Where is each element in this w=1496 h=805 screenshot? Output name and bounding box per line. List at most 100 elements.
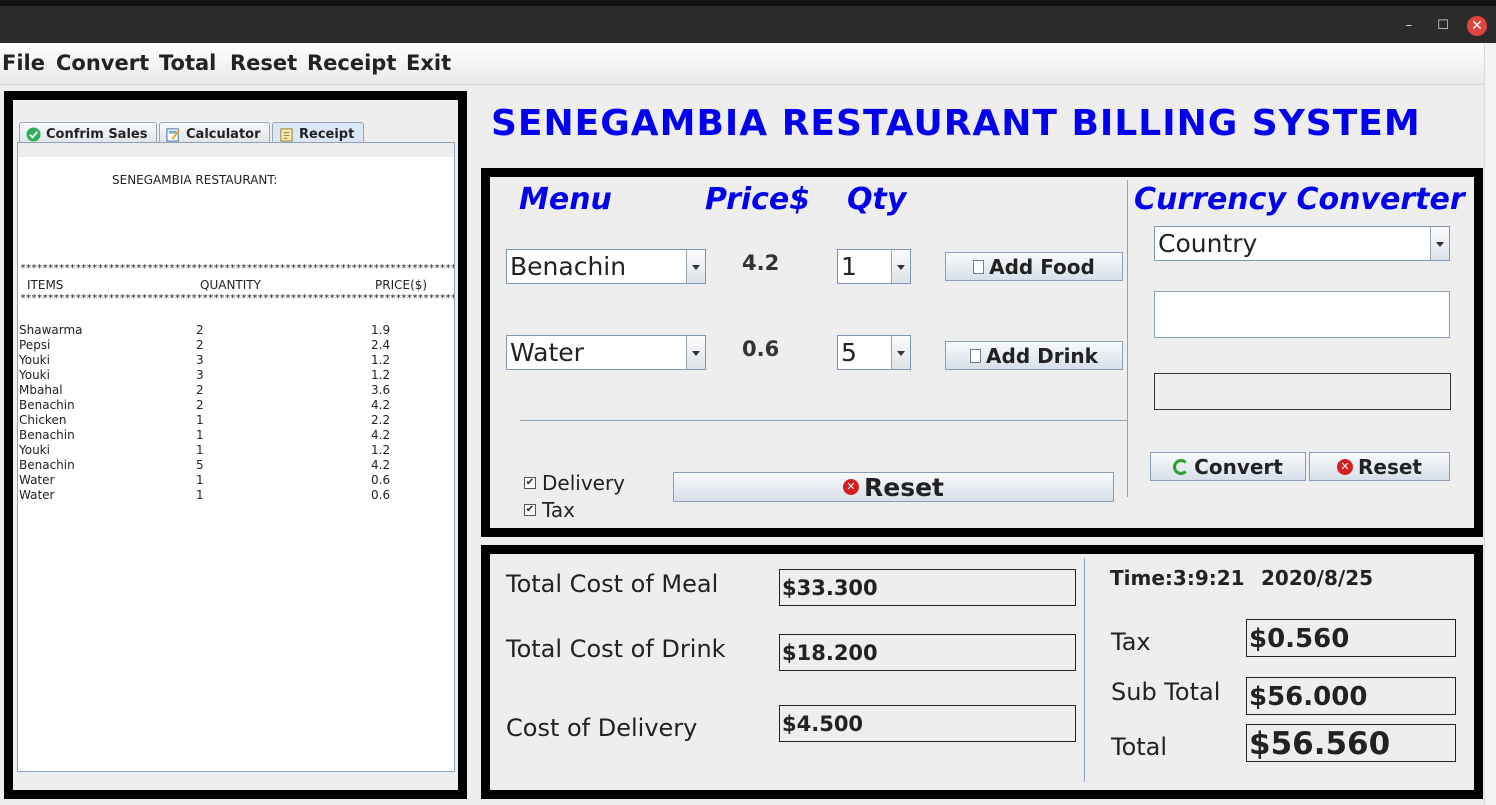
window-title-bar: – ☐ ✕	[0, 0, 1496, 43]
check-circle-icon	[26, 126, 41, 142]
receipt-row-item: Youki	[19, 353, 50, 367]
close-icon[interactable]: ✕	[1467, 16, 1487, 36]
receipt-row-item: Benachin	[19, 398, 75, 412]
receipt-row-qty: 1	[196, 473, 204, 487]
converted-amount-output	[1154, 373, 1451, 410]
tab-confirm-sales[interactable]: Confrim Sales	[19, 122, 157, 143]
country-select[interactable]: Country	[1154, 226, 1450, 261]
receipt-row-item: Mbahal	[19, 383, 63, 397]
drink-select[interactable]: Water	[506, 335, 706, 370]
menu-column-header: Menu	[519, 182, 612, 217]
receipt-row-qty: 3	[196, 368, 204, 382]
minimize-icon[interactable]: –	[1399, 16, 1419, 36]
tax-checkbox[interactable]: ✔	[524, 504, 536, 516]
menu-exit[interactable]: Exit	[406, 51, 451, 75]
receipt-row-qty: 2	[196, 383, 204, 397]
reset-converter-label: Reset	[1358, 454, 1422, 479]
tax-label: Tax	[542, 498, 575, 522]
document-icon	[970, 348, 982, 363]
menu-reset[interactable]: Reset	[230, 51, 297, 75]
drink-price: 0.6	[742, 337, 780, 361]
receipt-divider: ****************************************…	[20, 263, 454, 274]
receipt-row-item: Water	[19, 473, 55, 487]
delivery-label: Delivery	[542, 471, 626, 495]
convert-label: Convert	[1194, 454, 1283, 479]
receipt-row-qty: 1	[196, 413, 204, 427]
page-title: SENEGAMBIA RESTAURANT BILLING SYSTEM	[491, 103, 1421, 144]
divider	[1127, 180, 1128, 497]
menu-total[interactable]: Total	[159, 51, 216, 75]
divider	[1084, 558, 1085, 782]
divider	[520, 420, 1127, 421]
convert-button[interactable]: Convert	[1150, 452, 1306, 481]
receipt-row-price: 4.2	[371, 428, 391, 442]
menu-convert[interactable]: Convert	[56, 51, 149, 75]
convert-amount-input[interactable]	[1154, 291, 1450, 338]
tab-label: Receipt	[299, 126, 355, 142]
document-icon	[973, 259, 985, 274]
total-value: $56.560	[1246, 724, 1456, 762]
receipt-row-price: 0.6	[371, 473, 391, 487]
maximize-icon[interactable]: ☐	[1433, 16, 1453, 36]
qty-column-header: Qty	[847, 182, 907, 217]
receipt-header: SENEGAMBIA RESTAURANT:	[112, 173, 278, 187]
receipt-row-qty: 1	[196, 488, 204, 502]
drink-select-value: Water	[510, 338, 584, 367]
receipt-row-item: Water	[19, 488, 55, 502]
tab-label: Calculator	[186, 126, 261, 142]
delivery-checkbox[interactable]: ✔	[524, 477, 536, 489]
add-drink-label: Add Drink	[986, 343, 1098, 368]
food-select-value: Benachin	[510, 252, 627, 281]
receipt-row-price: 2.4	[371, 338, 391, 352]
date-display: 2020/8/25	[1261, 566, 1374, 590]
tax-total-label: Tax	[1111, 628, 1151, 656]
chevron-down-icon[interactable]	[891, 336, 910, 369]
cancel-icon: ✕	[843, 479, 859, 495]
food-price: 4.2	[742, 251, 780, 275]
drink-cost-label: Total Cost of Drink	[506, 635, 726, 663]
add-drink-button[interactable]: Add Drink	[945, 341, 1123, 370]
tab-label: Confrim Sales	[46, 126, 148, 142]
receipt-text-area[interactable]: SENEGAMBIA RESTAURANT: *****************…	[17, 142, 455, 772]
receipt-row-item: Shawarma	[19, 323, 83, 337]
tax-total-value: $0.560	[1246, 619, 1456, 657]
receipt-col-price: PRICE($)	[375, 278, 428, 292]
chevron-down-icon[interactable]	[686, 250, 705, 283]
drink-qty-select[interactable]: 5	[837, 335, 911, 370]
tab-calculator[interactable]: Calculator	[159, 122, 270, 143]
receipt-icon	[280, 127, 293, 142]
receipt-row-price: 4.2	[371, 458, 391, 472]
menu-receipt[interactable]: Receipt	[307, 51, 396, 75]
receipt-row-item: Youki	[19, 368, 50, 382]
receipt-row-price: 1.2	[371, 443, 391, 457]
receipt-row-price: 3.6	[371, 383, 391, 397]
chevron-down-icon[interactable]	[891, 250, 910, 283]
receipt-divider: ****************************************…	[20, 293, 454, 304]
add-food-button[interactable]: Add Food	[945, 252, 1123, 281]
chevron-down-icon[interactable]	[1430, 227, 1449, 260]
menu-file[interactable]: File	[2, 51, 45, 75]
subtotal-value: $56.000	[1246, 677, 1456, 715]
drink-cost-value: $18.200	[779, 634, 1076, 671]
receipt-row-qty: 2	[196, 338, 204, 352]
receipt-row-item: Pepsi	[19, 338, 51, 352]
receipt-col-quantity: QUANTITY	[200, 278, 261, 292]
currency-converter-header: Currency Converter	[1134, 182, 1465, 217]
chevron-down-icon[interactable]	[686, 336, 705, 369]
reset-order-button[interactable]: ✕ Reset	[673, 472, 1114, 502]
receipt-row-qty: 2	[196, 323, 204, 337]
receipt-row-item: Benachin	[19, 458, 75, 472]
delivery-cost-label: Cost of Delivery	[506, 714, 698, 742]
reset-converter-button[interactable]: ✕ Reset	[1309, 452, 1450, 481]
receipt-col-items: ITEMS	[27, 278, 64, 292]
food-select[interactable]: Benachin	[506, 249, 706, 284]
cancel-icon: ✕	[1337, 458, 1353, 475]
receipt-row-qty: 5	[196, 458, 204, 472]
receipt-row-price: 0.6	[371, 488, 391, 502]
tab-receipt[interactable]: Receipt	[272, 122, 364, 143]
delivery-cost-value: $4.500	[779, 705, 1076, 742]
food-qty-select[interactable]: 1	[837, 249, 911, 284]
meal-cost-label: Total Cost of Meal	[506, 570, 719, 598]
drink-qty-value: 5	[841, 338, 857, 367]
time-display: Time:3:9:21	[1110, 566, 1245, 590]
